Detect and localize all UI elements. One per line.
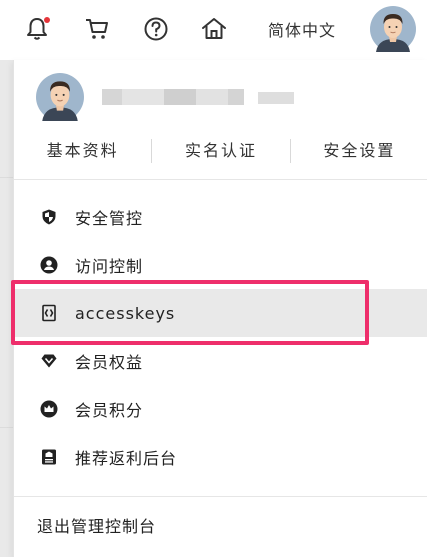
divider bbox=[14, 179, 427, 180]
shield-icon bbox=[39, 207, 59, 227]
top-navigation-bar: 简体中文 bbox=[0, 0, 427, 60]
menu-item-referral-rebate[interactable]: 推荐返利后台 bbox=[14, 433, 427, 481]
home-icon bbox=[202, 18, 226, 39]
notification-button[interactable] bbox=[22, 14, 52, 44]
avatar-image bbox=[370, 6, 416, 52]
menu-item-label: 访问控制 bbox=[75, 257, 144, 276]
user-circle-icon bbox=[39, 255, 59, 275]
divider bbox=[14, 496, 427, 497]
avatar[interactable] bbox=[370, 6, 416, 52]
menu-item-label: 会员权益 bbox=[75, 353, 144, 372]
language-switch[interactable]: 简体中文 bbox=[262, 14, 342, 44]
menu-item-label: 会员积分 bbox=[75, 401, 144, 420]
dropdown-avatar bbox=[36, 73, 84, 121]
help-button[interactable] bbox=[141, 14, 171, 44]
crown-icon bbox=[39, 399, 59, 419]
tab-security-settings[interactable]: 安全设置 bbox=[291, 139, 427, 163]
menu-item-member-points[interactable]: 会员积分 bbox=[14, 385, 427, 433]
cart-button[interactable] bbox=[82, 14, 112, 44]
avatar-image bbox=[36, 73, 84, 121]
document-icon bbox=[39, 447, 59, 467]
help-icon bbox=[144, 17, 168, 41]
home-button[interactable] bbox=[199, 14, 229, 44]
profile-tabs: 基本资料 实名认证 安全设置 bbox=[14, 135, 427, 167]
menu-item-security-control[interactable]: 安全管控 bbox=[14, 193, 427, 241]
logout-link[interactable]: 退出管理控制台 bbox=[37, 513, 156, 537]
diamond-icon bbox=[39, 351, 59, 371]
highlight-box bbox=[11, 280, 369, 345]
notification-dot bbox=[44, 17, 50, 23]
tab-basic-info[interactable]: 基本资料 bbox=[14, 139, 151, 163]
menu-item-label: 安全管控 bbox=[75, 209, 144, 228]
cart-icon bbox=[86, 19, 108, 39]
menu-item-label: 推荐返利后台 bbox=[75, 449, 178, 468]
tab-real-name-auth[interactable]: 实名认证 bbox=[152, 139, 289, 163]
